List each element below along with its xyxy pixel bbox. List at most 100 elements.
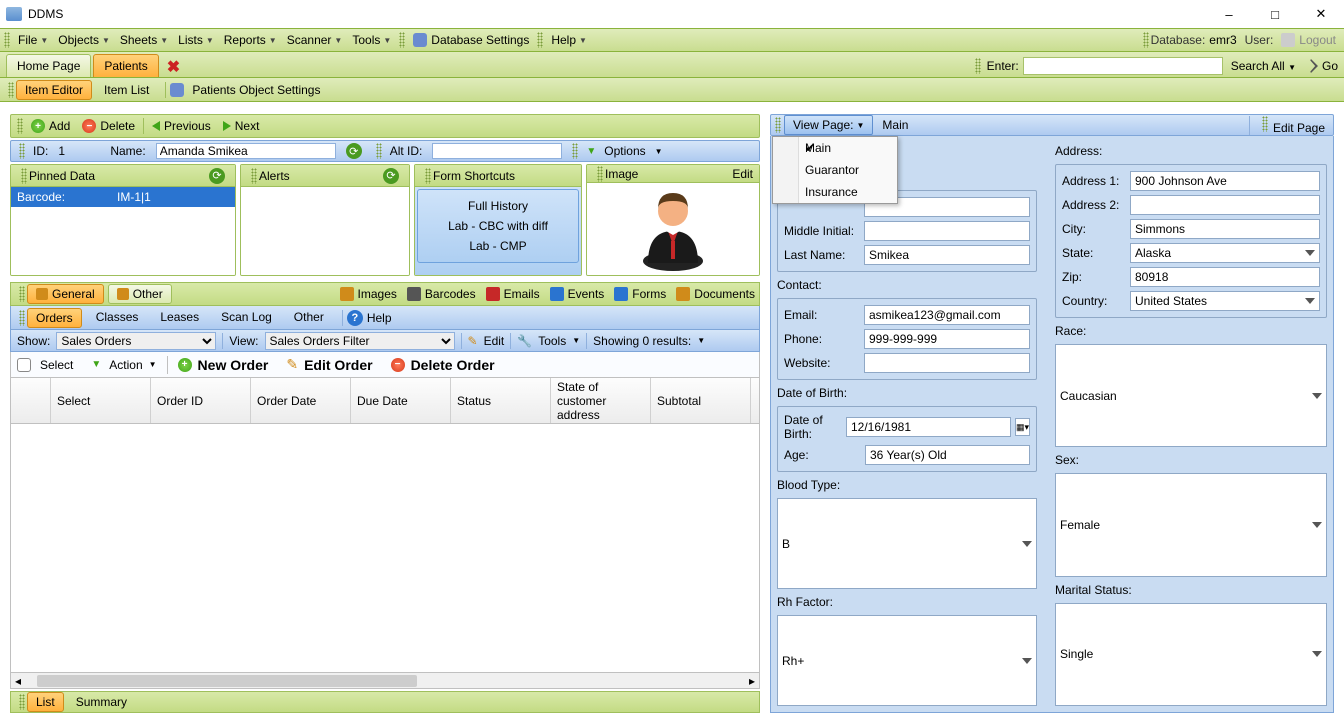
toolbar-forms[interactable]: Forms (614, 287, 666, 301)
go-button[interactable]: Go (1322, 59, 1338, 73)
city-field[interactable] (1130, 219, 1320, 239)
race-select[interactable]: Caucasian (1055, 344, 1327, 447)
toolbar-documents[interactable]: Documents (676, 287, 755, 301)
scroll-right-icon[interactable]: ▸ (745, 674, 759, 688)
window-close[interactable]: ✕ (1298, 0, 1344, 28)
col-header[interactable]: Order Date (251, 378, 351, 423)
subtab-object-settings[interactable]: Patients Object Settings (188, 81, 324, 99)
next-button[interactable]: Next (217, 117, 266, 135)
tools-button[interactable]: Tools (538, 334, 566, 348)
dropdown-item-main[interactable]: ✔Main (799, 137, 897, 159)
tab-other[interactable]: Other (108, 284, 172, 304)
grid-body[interactable] (11, 424, 759, 672)
col-header[interactable]: State of customer address (551, 378, 651, 423)
zip-field[interactable] (1130, 267, 1320, 287)
state-select[interactable]: Alaska (1130, 243, 1320, 263)
subtab-item-editor[interactable]: Item Editor (16, 80, 92, 100)
refresh-icon[interactable]: ⟳ (209, 168, 225, 184)
country-select[interactable]: United States (1130, 291, 1320, 311)
tab-scan-log[interactable]: Scan Log (213, 308, 280, 328)
email-field[interactable] (864, 305, 1030, 325)
logout-link[interactable]: Logout (1299, 33, 1336, 47)
menu-sheets[interactable]: Sheets▼ (114, 31, 172, 49)
view-select[interactable]: Sales Orders Filter (265, 332, 455, 350)
label: Insurance (805, 185, 858, 199)
scroll-left-icon[interactable]: ◂ (11, 674, 25, 688)
menu-lists[interactable]: Lists▼ (172, 31, 218, 49)
toolbar-images[interactable]: Images (340, 287, 397, 301)
help-button[interactable]: Help (367, 311, 392, 325)
subtab-item-list[interactable]: Item List (96, 81, 157, 99)
dropdown-item-insurance[interactable]: Insurance (799, 181, 897, 203)
phone-field[interactable] (864, 329, 1030, 349)
menu-scanner[interactable]: Scanner▼ (281, 31, 347, 49)
select-checkbox[interactable] (17, 358, 31, 372)
menu-tools[interactable]: Tools▼ (346, 31, 395, 49)
col-header[interactable]: Order ID (151, 378, 251, 423)
name-input[interactable] (156, 143, 336, 159)
scroll-thumb[interactable] (37, 675, 417, 687)
refresh-icon[interactable]: ⟳ (346, 143, 362, 159)
show-select[interactable]: Sales Orders (56, 332, 216, 350)
enter-input[interactable] (1023, 57, 1223, 75)
website-field[interactable] (864, 353, 1030, 373)
refresh-icon[interactable]: ⟳ (383, 168, 399, 184)
view-page-button[interactable]: View Page: ▼ (784, 115, 873, 135)
edit-view-button[interactable]: Edit (484, 334, 505, 348)
menu-help[interactable]: Help▼ (545, 31, 591, 49)
tab-general[interactable]: General (27, 284, 104, 304)
edit-page-button[interactable]: Edit Page (1273, 121, 1325, 135)
search-all-button[interactable]: Search All ▼ (1231, 59, 1296, 73)
action-button[interactable]: Action (109, 358, 142, 372)
tab-home-page[interactable]: Home Page (6, 54, 91, 77)
col-header[interactable]: Status (451, 378, 551, 423)
tab-list[interactable]: List (27, 692, 64, 712)
rh-factor-select[interactable]: Rh+ (777, 615, 1037, 706)
previous-button[interactable]: Previous (146, 117, 217, 135)
menu-database-settings[interactable]: Database Settings (407, 31, 533, 49)
col-header[interactable]: Due Date (351, 378, 451, 423)
toolbar-barcodes[interactable]: Barcodes (407, 287, 476, 301)
altid-input[interactable] (432, 143, 562, 159)
edit-order-button[interactable]: Edit Order (304, 357, 372, 373)
address1-field[interactable] (1130, 171, 1320, 191)
tab-patients[interactable]: Patients (93, 54, 158, 77)
toolbar-emails[interactable]: Emails (486, 287, 540, 301)
middle-initial-field[interactable] (864, 221, 1030, 241)
last-name-field[interactable] (864, 245, 1030, 265)
address2-field[interactable] (1130, 195, 1320, 215)
delete-button[interactable]: −Delete (76, 117, 141, 135)
col-header[interactable] (11, 378, 51, 423)
tab-leases[interactable]: Leases (152, 308, 207, 328)
window-maximize[interactable]: □ (1252, 0, 1298, 28)
menu-reports[interactable]: Reports▼ (218, 31, 281, 49)
options-button[interactable]: Options (604, 144, 645, 158)
menu-objects[interactable]: Objects▼ (52, 31, 114, 49)
delete-order-button[interactable]: Delete Order (411, 357, 495, 373)
shortcut-item[interactable]: Full History (418, 196, 578, 216)
blood-type-select[interactable]: B (777, 498, 1037, 589)
calendar-icon[interactable]: ▦▾ (1015, 418, 1030, 436)
edit-link[interactable]: Edit (732, 167, 753, 181)
dropdown-item-guarantor[interactable]: Guarantor (799, 159, 897, 181)
horizontal-scrollbar[interactable]: ◂ ▸ (11, 672, 759, 688)
add-button[interactable]: +Add (25, 117, 76, 135)
tab-orders[interactable]: Orders (27, 308, 82, 328)
shortcut-item[interactable]: Lab - CBC with diff (418, 216, 578, 236)
toolbar-events[interactable]: Events (550, 287, 605, 301)
grip-icon (17, 118, 23, 134)
col-header[interactable]: Select (51, 378, 151, 423)
tab-classes[interactable]: Classes (88, 308, 147, 328)
menu-file[interactable]: File▼ (12, 31, 52, 49)
new-order-button[interactable]: New Order (198, 357, 269, 373)
dob-field[interactable] (846, 417, 1011, 437)
pinned-row-barcode[interactable]: Barcode: IM-1|1 (11, 187, 235, 207)
sex-select[interactable]: Female (1055, 473, 1327, 576)
tab-close-icon[interactable]: ✖ (163, 57, 184, 77)
tab-summary[interactable]: Summary (68, 693, 135, 711)
tab-other[interactable]: Other (286, 308, 332, 328)
col-header[interactable]: Subtotal (651, 378, 751, 423)
window-minimize[interactable]: – (1206, 0, 1252, 28)
marital-select[interactable]: Single (1055, 603, 1327, 706)
shortcut-item[interactable]: Lab - CMP (418, 236, 578, 256)
